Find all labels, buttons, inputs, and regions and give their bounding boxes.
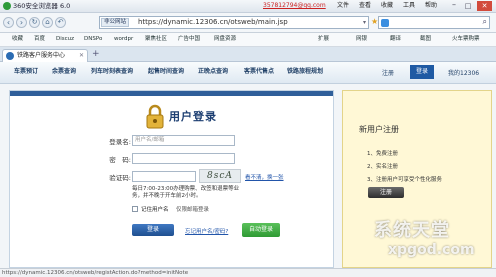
auto-login-button[interactable]: 自动登录 <box>242 223 280 237</box>
refresh-icon[interactable]: ↻ <box>29 17 40 28</box>
new-tab-button[interactable]: + <box>92 50 100 59</box>
tab-railway-service[interactable]: 铁路客户服务中心 ✕ <box>2 49 88 62</box>
user-email-link[interactable]: 357812794@qq.com <box>263 1 326 11</box>
favorite-dnspod[interactable]: DNSPo <box>84 35 102 44</box>
nav-timetable[interactable]: 列车时刻表查询 <box>91 67 133 77</box>
favorites-menu[interactable]: 收藏 <box>12 35 23 44</box>
window-title: 360安全浏览器 6.0 <box>13 2 71 10</box>
url-dropdown-icon[interactable]: ▾ <box>363 17 366 28</box>
favorite-discuz[interactable]: Discuz <box>56 35 74 44</box>
favorite-netdisk[interactable]: 网盘资源 <box>214 35 236 44</box>
site-favicon-icon <box>6 52 14 60</box>
login-panel-header <box>10 91 333 96</box>
tab-label: 铁路客户服务中心 <box>17 52 66 59</box>
remember-label: 记住用户名 <box>141 207 169 213</box>
minimize-icon[interactable]: – <box>448 1 460 11</box>
remember-description: 仅限邮箱登录 <box>176 207 210 213</box>
netbank-button[interactable]: 网银 <box>356 35 367 44</box>
captcha-refresh-link[interactable]: 看不清，换一张 <box>245 173 284 181</box>
login-button[interactable]: 登录 <box>132 224 174 236</box>
password-label: 密 码: <box>109 156 131 164</box>
forward-icon[interactable]: › <box>16 17 27 28</box>
captcha-image[interactable]: 8scA <box>199 169 241 183</box>
title-bar: 360安全浏览器 6.0 357812794@qq.com 文件 查看 收藏 工… <box>0 0 496 13</box>
favorites-bar: 收藏 百度 Discuz DNSPo wordpr 聚焦社区 广告中国 网盘资源… <box>0 33 496 47</box>
menu-favorites[interactable]: 收藏 <box>381 1 393 11</box>
header-register-link[interactable]: 注册 <box>382 68 394 77</box>
url-input[interactable]: 非公网站 https://dynamic.12306.cn/otsweb/mai… <box>99 16 369 29</box>
train-ticket-button[interactable]: 火车票购票 <box>452 35 480 44</box>
service-hours-notice: 每日7:00-23:00办理购票、改签和退票等业务，并不晚于开车前2小时。 <box>132 186 240 199</box>
username-label: 登录名: <box>109 138 131 146</box>
watermark-logo: 系统天堂 xpgod.com <box>364 212 492 268</box>
register-step-1: 1、免费注册 <box>367 151 398 157</box>
translate-button[interactable]: 翻译 <box>390 35 401 44</box>
username-input[interactable]: 用户名/邮箱 <box>132 135 235 146</box>
search-icon[interactable]: ⌕ <box>483 17 487 27</box>
search-engine-icon[interactable] <box>381 19 389 27</box>
forgot-password-link[interactable]: 忘记用户名/密码? <box>185 227 228 235</box>
menu-view[interactable]: 查看 <box>359 1 371 11</box>
header-my12306-link[interactable]: 我的12306 <box>448 68 479 77</box>
menu-tools[interactable]: 工具 <box>403 1 415 11</box>
nav-sale-time[interactable]: 起售时间查询 <box>148 67 184 77</box>
menu-file[interactable]: 文件 <box>337 1 349 11</box>
favorite-wordpress[interactable]: wordpr <box>114 35 133 44</box>
header-login-link[interactable]: 登录 <box>410 65 434 79</box>
tab-close-icon[interactable]: ✕ <box>79 50 84 61</box>
nav-agency-points[interactable]: 客票代售点 <box>244 67 274 77</box>
captcha-label: 验证码: <box>109 174 131 182</box>
captcha-input[interactable] <box>132 171 196 182</box>
browser-logo-icon <box>3 2 11 10</box>
maximize-icon[interactable]: □ <box>462 1 474 11</box>
home-icon[interactable]: ⌂ <box>42 17 53 28</box>
undo-icon[interactable]: ↶ <box>55 17 66 28</box>
favorite-community[interactable]: 聚焦社区 <box>145 35 167 44</box>
nav-delay-status[interactable]: 正晚点查询 <box>198 67 228 77</box>
search-input[interactable]: ⌕ <box>378 16 490 29</box>
remember-checkbox[interactable] <box>132 206 138 212</box>
password-input[interactable] <box>132 153 235 164</box>
page-content: 车票预订 余票查询 列车时刻表查询 起售时间查询 正晚点查询 客票代售点 铁路旅… <box>0 62 496 268</box>
watermark-text: 系统天堂 <box>374 220 450 241</box>
nav-remaining-tickets[interactable]: 余票查询 <box>52 67 76 77</box>
lock-icon <box>144 103 166 129</box>
back-icon[interactable]: ‹ <box>3 17 14 28</box>
close-icon[interactable]: ✕ <box>477 1 492 11</box>
register-step-2: 2、实名注册 <box>367 164 398 170</box>
nav-trip-planner[interactable]: 铁路旅程规划 <box>287 67 323 77</box>
address-toolbar: ‹ › ↻ ⌂ ↶ 非公网站 https://dynamic.12306.cn/… <box>0 13 496 33</box>
screenshot-button[interactable]: 截图 <box>420 35 431 44</box>
login-panel: 用户登录 登录名: 用户名/邮箱 密 码: 验证码: 8scA 看不清，换一张 … <box>9 90 334 268</box>
nav-ticket-booking[interactable]: 车票预订 <box>14 67 38 77</box>
login-title: 用户登录 <box>169 110 217 123</box>
favorite-ad-china[interactable]: 广告中国 <box>178 35 200 44</box>
register-title: 新用户注册 <box>359 125 399 134</box>
register-step-3: 3、注册用户可享受个性化服务 <box>367 177 443 183</box>
watermark-subtext: xpgod.com <box>388 242 475 258</box>
register-button[interactable]: 注册 <box>368 187 404 198</box>
tab-bar: 铁路客户服务中心 ✕ + <box>0 47 496 62</box>
extensions-button[interactable]: 扩展 <box>318 35 329 44</box>
favorite-baidu[interactable]: 百度 <box>34 35 45 44</box>
security-zone-badge[interactable]: 非公网站 <box>101 18 130 27</box>
status-bar: https://dynamic.12306.cn/otsweb/registAc… <box>0 268 496 277</box>
site-header: 车票预订 余票查询 列车时刻表查询 起售时间查询 正晚点查询 客票代售点 铁路旅… <box>0 62 496 84</box>
menu-help[interactable]: 帮助 <box>425 1 437 11</box>
url-text: https://dynamic.12306.cn/otsweb/main.jsp <box>138 18 288 26</box>
